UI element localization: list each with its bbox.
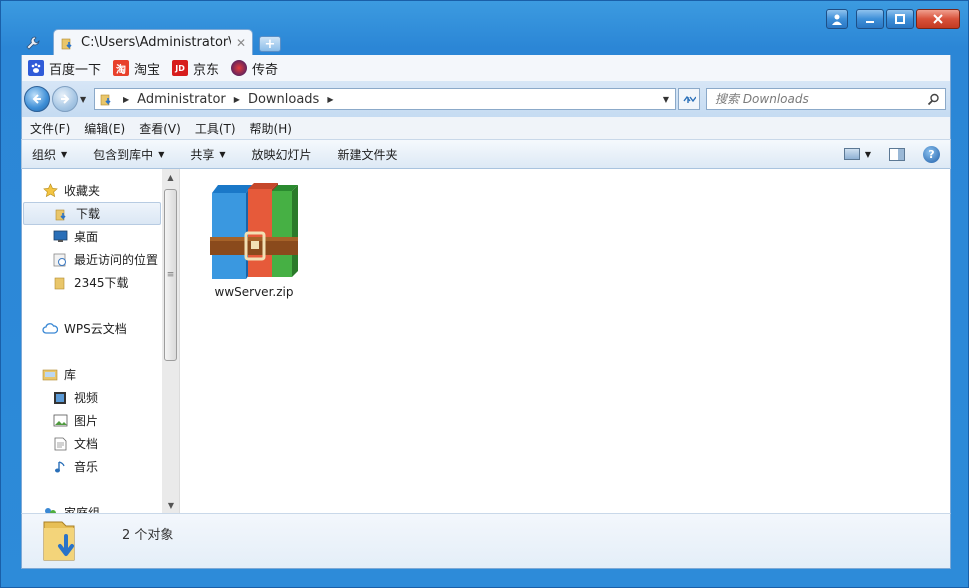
breadcrumb-administrator[interactable]: Administrator	[137, 92, 226, 107]
search-icon[interactable]	[925, 91, 941, 107]
file-name: wwServer.zip	[214, 285, 294, 299]
include-in-library-button[interactable]: 包含到库中 ▼	[93, 146, 164, 163]
bookmarks-bar: 百度一下 淘 淘宝 JD 京东 传奇	[21, 55, 951, 81]
chevron-down-icon: ▼	[864, 149, 871, 159]
nav-music[interactable]: 音乐	[22, 455, 162, 478]
wrench-icon[interactable]	[21, 31, 45, 55]
command-bar-right: ▼ ?	[843, 145, 950, 163]
nav-desktop[interactable]: 桌面	[22, 225, 162, 248]
pictures-icon	[52, 413, 68, 429]
organize-button[interactable]: 组织 ▼	[32, 146, 67, 163]
menu-edit[interactable]: 编辑(E)	[84, 120, 125, 137]
menu-bar: 文件(F) 编辑(E) 查看(V) 工具(T) 帮助(H)	[21, 117, 951, 139]
user-icon[interactable]	[826, 9, 848, 29]
file-list: wwServer.zip	[180, 169, 950, 513]
folder-download-icon	[54, 206, 70, 222]
nav-favorites[interactable]: 收藏夹	[22, 179, 162, 202]
nav-downloads[interactable]: 下载	[23, 202, 161, 225]
breadcrumb-separator[interactable]: ▶	[234, 95, 240, 104]
slideshow-button[interactable]: 放映幻灯片	[252, 146, 312, 163]
menu-tools[interactable]: 工具(T)	[195, 120, 236, 137]
recent-places-icon	[52, 252, 68, 268]
window-controls	[826, 9, 960, 29]
main-area: 收藏夹 下载 桌面 最近访问的位置 2345下载 WPS云文档 库 视频 图片 …	[21, 169, 951, 513]
baidu-icon	[28, 60, 44, 76]
nav-wps-cloud[interactable]: WPS云文档	[22, 317, 162, 340]
explorer-window: C:\Users\Administrator\D ✕ + 百度一下 淘 淘宝 J…	[0, 0, 969, 588]
nav-libraries[interactable]: 库	[22, 363, 162, 386]
nav-recent-places[interactable]: 最近访问的位置	[22, 248, 162, 271]
folder-download-icon	[43, 521, 75, 561]
tab-downloads[interactable]: C:\Users\Administrator\D ✕	[53, 29, 253, 55]
menu-help[interactable]: 帮助(H)	[250, 120, 292, 137]
nav-2345-downloads[interactable]: 2345下载	[22, 271, 162, 294]
command-bar: 组织 ▼ 包含到库中 ▼ 共享 ▼ 放映幻灯片 新建文件夹 ▼ ?	[21, 139, 951, 169]
search-box[interactable]	[706, 88, 946, 110]
folder-download-icon	[99, 91, 115, 107]
item-count: 2 个对象	[122, 528, 174, 543]
nav-documents[interactable]: 文档	[22, 432, 162, 455]
nav-pictures[interactable]: 图片	[22, 409, 162, 432]
library-icon	[42, 367, 58, 383]
search-input[interactable]	[715, 92, 925, 106]
video-icon	[52, 390, 68, 406]
tab-strip: C:\Users\Administrator\D ✕ +	[21, 29, 281, 55]
change-view-button[interactable]: ▼	[843, 148, 871, 160]
navigation-pane: 收藏夹 下载 桌面 最近访问的位置 2345下载 WPS云文档 库 视频 图片 …	[22, 169, 162, 513]
menu-view[interactable]: 查看(V)	[139, 120, 181, 137]
scroll-up-icon[interactable]: ▲	[162, 169, 179, 185]
forward-button[interactable]	[52, 86, 78, 112]
folder-icon	[52, 275, 68, 291]
desktop-icon	[52, 229, 68, 245]
bookmark-jd[interactable]: JD 京东	[172, 59, 219, 78]
new-tab-button[interactable]: +	[259, 36, 281, 52]
help-icon[interactable]: ?	[923, 145, 940, 163]
menu-file[interactable]: 文件(F)	[30, 120, 70, 137]
star-icon	[42, 183, 58, 199]
details-pane: 2 个对象	[21, 513, 951, 569]
maximize-button[interactable]	[886, 9, 914, 29]
preview-pane-icon[interactable]	[889, 147, 905, 161]
address-bar[interactable]: ▶ Administrator ▶ Downloads ▶ ▼	[94, 88, 676, 110]
breadcrumb-downloads[interactable]: Downloads	[248, 92, 319, 107]
chevron-down-icon: ▼	[219, 149, 226, 159]
breadcrumb-separator[interactable]: ▶	[327, 95, 333, 104]
bookmark-baidu[interactable]: 百度一下	[28, 59, 101, 78]
navigation-bar: ▼ ▶ Administrator ▶ Downloads ▶ ▼	[21, 81, 951, 117]
music-icon	[52, 459, 68, 475]
nav-videos[interactable]: 视频	[22, 386, 162, 409]
winrar-archive-icon	[210, 183, 298, 279]
back-button[interactable]	[24, 86, 50, 112]
minimize-button[interactable]	[856, 9, 884, 29]
address-dropdown-icon[interactable]: ▼	[663, 95, 675, 104]
chevron-down-icon: ▼	[61, 149, 68, 159]
refresh-button[interactable]	[678, 88, 700, 110]
navigation-scrollbar[interactable]: ▲ ≡ ▼	[162, 169, 180, 513]
document-icon	[52, 436, 68, 452]
new-folder-button[interactable]: 新建文件夹	[338, 146, 398, 163]
tab-title: C:\Users\Administrator\D	[81, 35, 231, 50]
cloud-icon	[42, 321, 58, 337]
chevron-down-icon: ▼	[158, 149, 165, 159]
recent-pages-dropdown[interactable]: ▼	[80, 95, 90, 104]
nav-homegroup[interactable]: 家庭组	[22, 501, 162, 513]
close-button[interactable]	[916, 9, 960, 29]
view-icon	[843, 148, 860, 160]
file-item[interactable]: wwServer.zip	[204, 183, 304, 299]
folder-download-icon	[60, 35, 76, 51]
game-icon	[231, 60, 248, 76]
breadcrumb-separator[interactable]: ▶	[123, 95, 129, 104]
bookmark-game[interactable]: 传奇	[231, 59, 278, 78]
bookmark-taobao[interactable]: 淘 淘宝	[113, 59, 160, 78]
homegroup-icon	[42, 505, 58, 513]
scroll-down-icon[interactable]: ▼	[162, 497, 180, 513]
taobao-icon: 淘	[113, 60, 130, 76]
scroll-thumb[interactable]: ≡	[164, 189, 177, 361]
tab-close-icon[interactable]: ✕	[236, 36, 246, 50]
jd-icon: JD	[172, 60, 189, 76]
share-button[interactable]: 共享 ▼	[190, 146, 225, 163]
